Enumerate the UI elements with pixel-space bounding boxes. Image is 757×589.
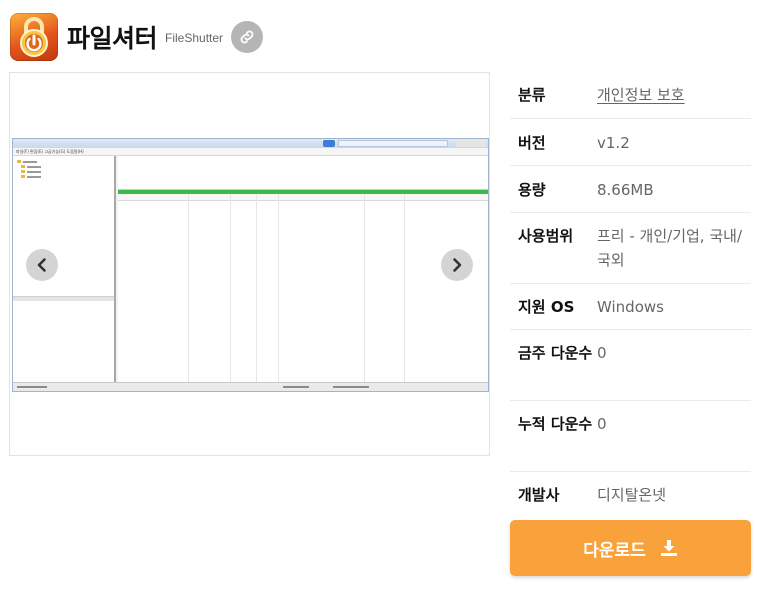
info-label: 용량 [518,181,546,199]
info-label: 누적 다운수 [518,415,593,433]
chevron-right-icon [453,258,462,272]
download-icon [660,539,678,557]
info-value: 0 [597,344,607,362]
gallery-prev-button[interactable] [26,249,58,281]
link-icon [240,30,254,44]
download-button-label: 다운로드 [583,540,646,561]
info-row-os: 지원 OS Windows [510,284,751,330]
share-link-button[interactable] [231,21,264,53]
info-value: v1.2 [597,134,630,152]
app-screenshot: 파일(F) 편집(E) 고급기능(G) 도움말(H) [12,138,489,392]
info-value: 0 [597,415,607,433]
info-row-version: 버전 v1.2 [510,119,751,166]
chevron-left-icon [37,258,46,272]
info-row-weekly-downloads: 금주 다운수 0 [510,330,751,401]
info-label: 버전 [518,134,546,152]
app-title: 파일셔터 [67,24,158,53]
download-button[interactable]: 다운로드 [510,520,751,576]
screenshot-statusbar [13,382,488,391]
info-label: 분류 [518,86,546,104]
padlock-icon [10,13,58,61]
screenshot-file-table [118,194,488,382]
info-row-size: 용량 8.66MB [510,166,751,213]
screenshot-preview-pane [118,156,488,190]
category-link[interactable]: 개인정보 보호 [597,83,751,118]
info-value: 8.66MB [597,181,654,199]
app-info-table: 분류 개인정보 보호 버전 v1.2 용량 8.66MB 사용범위 프리 - 개… [510,72,751,518]
screenshot-menubar: 파일(F) 편집(E) 고급기능(G) 도움말(H) [13,148,488,156]
info-value: 디지탈온넷 [597,486,667,504]
info-label: 사용범위 [518,227,574,245]
gallery-next-button[interactable] [441,249,473,281]
info-label: 개발사 [518,486,560,504]
info-row-license: 사용범위 프리 - 개인/기업, 국내/국외 [510,213,751,284]
app-header: 파일셔터 FileShutter [10,12,264,62]
info-row-category: 분류 개인정보 보호 [510,72,751,119]
info-value: Windows [597,298,664,316]
screenshot-gallery: 파일(F) 편집(E) 고급기능(G) 도움말(H) [9,72,490,456]
info-row-total-downloads: 누적 다운수 0 [510,401,751,472]
info-value: 프리 - 개인/기업, 국내/국외 [597,227,742,269]
info-label: 금주 다운수 [518,344,593,362]
info-row-developer: 개발사 디지탈온넷 [510,472,751,518]
screenshot-titlebar [13,139,488,148]
app-subtitle: FileShutter [165,31,224,45]
info-label: 지원 OS [518,298,575,316]
